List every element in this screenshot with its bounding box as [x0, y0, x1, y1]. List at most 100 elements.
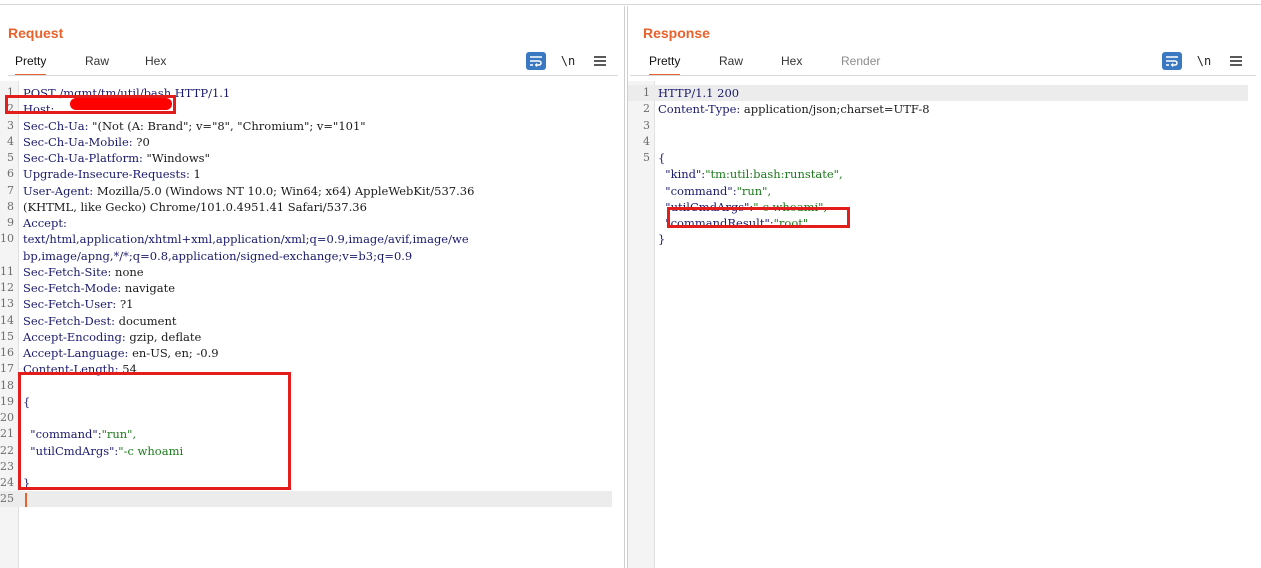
code-value: 1	[189, 167, 201, 182]
request-tab-hex[interactable]: Hex	[145, 54, 166, 76]
code-text: Sec-Fetch-Site: none	[23, 264, 144, 280]
line-number: 10	[0, 232, 14, 246]
request-pane: Request Pretty Raw Hex \n 1 POST /mgmt/tm…	[0, 6, 625, 568]
code-key: {	[658, 151, 666, 165]
code-line[interactable]: 7 User-Agent: Mozilla/5.0 (Windows NT 10.…	[0, 183, 612, 199]
code-text: "command":"run",	[658, 183, 771, 199]
code-value: "run",	[736, 183, 772, 198]
code-line[interactable]: 4	[628, 134, 1248, 150]
line-number: 18	[0, 378, 14, 392]
code-value: en-US, en; -0.9	[128, 346, 219, 360]
code-line[interactable]: 25	[0, 491, 612, 508]
code-value: (KHTML, like Gecko) Chrome/101.0.4951.41…	[23, 199, 367, 214]
code-line[interactable]: 6 Upgrade-Insecure-Requests: 1	[0, 166, 612, 182]
code-value: document	[114, 313, 177, 328]
code-line[interactable]: 4 Sec-Ch-Ua-Mobile: ?0	[0, 134, 612, 150]
response-hamburger-menu-icon[interactable]	[1228, 52, 1244, 70]
response-title: Response	[643, 25, 710, 41]
code-text: Sec-Fetch-User: ?1	[23, 296, 133, 312]
code-key: Sec-Fetch-Dest:	[23, 313, 115, 328]
code-value: ?0	[132, 134, 150, 149]
code-text: Sec-Ch-Ua-Platform: "Windows"	[23, 150, 210, 166]
code-text: User-Agent: Mozilla/5.0 (Windows NT 10.0…	[23, 183, 474, 199]
code-line[interactable]: 14 Sec-Fetch-Dest: document	[0, 313, 612, 329]
top-edge	[0, 0, 1261, 5]
line-number: 17	[0, 362, 14, 376]
request-hamburger-menu-icon[interactable]	[592, 52, 608, 70]
code-text: Upgrade-Insecure-Requests: 1	[23, 166, 201, 182]
code-text: HTTP/1.1 200	[658, 85, 739, 101]
code-line[interactable]: "command":"run",	[628, 183, 1248, 199]
code-key: text/html,application/xhtml+xml,applicat…	[23, 232, 469, 247]
code-line[interactable]: }	[628, 231, 1248, 247]
code-line[interactable]: 3	[628, 118, 1248, 134]
line-number: 6	[7, 167, 14, 181]
response-tab-hex[interactable]: Hex	[781, 54, 802, 76]
code-text: text/html,application/xhtml+xml,applicat…	[23, 231, 469, 247]
code-line[interactable]: 8 (KHTML, like Gecko) Chrome/101.0.4951.4…	[0, 199, 612, 215]
host-redaction	[70, 98, 172, 110]
code-line[interactable]: 16 Accept-Language: en-US, en; -0.9	[0, 345, 612, 361]
line-number: 9	[7, 216, 14, 229]
line-number: 5	[7, 151, 14, 164]
request-editor[interactable]: 1 POST /mgmt/tm/util/bash HTTP/1.1 2 Host: 3…	[0, 81, 612, 568]
code-text: (KHTML, like Gecko) Chrome/101.0.4951.41…	[23, 199, 367, 215]
code-text: Accept:	[23, 215, 67, 231]
code-key: "command":	[658, 183, 737, 198]
code-value: "(Not (A: Brand"; v="8", "Chromium"; v="…	[88, 118, 366, 133]
response-editor[interactable]: 1 HTTP/1.1 200 2 Content-Type: application/…	[628, 81, 1248, 568]
line-number: 15	[0, 329, 14, 343]
code-value: Mozilla/5.0 (Windows NT 10.0; Win64; x64…	[93, 183, 475, 198]
code-key: Sec-Ch-Ua-Mobile:	[23, 134, 133, 149]
response-tab-render[interactable]: Render	[841, 54, 880, 76]
code-text: Sec-Fetch-Dest: document	[23, 313, 176, 329]
response-wrap-text-icon[interactable]	[1162, 52, 1182, 70]
code-text: Accept-Language: en-US, en; -0.9	[23, 345, 219, 361]
code-line[interactable]: 11 Sec-Fetch-Site: none	[0, 264, 612, 280]
line-number: 24	[0, 476, 14, 489]
line-number: 21	[0, 427, 14, 441]
response-newline-toggle[interactable]: \n	[1195, 52, 1213, 70]
response-tabs-divider	[630, 75, 1256, 76]
code-text: }	[658, 231, 665, 247]
code-line[interactable]: 9 Accept:	[0, 215, 612, 231]
code-line[interactable]: 15 Accept-Encoding: gzip, deflate	[0, 329, 612, 345]
code-text: bp,image/apng,*/*;q=0.8,application/sign…	[23, 248, 412, 264]
request-wrap-text-icon[interactable]	[526, 52, 546, 70]
code-line[interactable]: 5 Sec-Ch-Ua-Platform: "Windows"	[0, 150, 612, 166]
line-number: 7	[7, 183, 14, 197]
code-line[interactable]: 10 text/html,application/xhtml+xml,applic…	[0, 231, 612, 247]
code-key: bp,image/apng,*/*;q=0.8,application/sign…	[23, 248, 413, 263]
request-tabs-divider	[8, 75, 618, 76]
code-text: Content-Type: application/json;charset=U…	[658, 101, 930, 117]
code-text	[23, 491, 27, 508]
code-line[interactable]: 2 Content-Type: application/json;charset=…	[628, 101, 1248, 117]
code-line[interactable]: 1 HTTP/1.1 200	[628, 85, 1248, 101]
response-tab-raw[interactable]: Raw	[719, 54, 743, 76]
request-tab-raw[interactable]: Raw	[85, 54, 109, 76]
request-title: Request	[8, 25, 64, 41]
code-line[interactable]: 13 Sec-Fetch-User: ?1	[0, 296, 612, 312]
line-number: 2	[643, 102, 650, 116]
code-key: Sec-Fetch-Mode:	[23, 281, 122, 295]
request-newline-toggle[interactable]: \n	[559, 52, 577, 70]
code-value: none	[111, 264, 144, 279]
response-tab-pretty[interactable]: Pretty	[649, 54, 681, 76]
code-line[interactable]: 3 Sec-Ch-Ua: "(Not (A: Brand"; v="8", "Ch…	[0, 118, 612, 134]
line-number: 22	[0, 443, 14, 457]
code-key: Accept-Language:	[23, 346, 129, 360]
code-key: Upgrade-Insecure-Requests:	[23, 167, 190, 182]
line-number: 13	[0, 297, 14, 311]
code-line[interactable]: bp,image/apng,*/*;q=0.8,application/sign…	[0, 248, 612, 264]
line-number: 16	[0, 346, 14, 359]
code-line[interactable]: "kind":"tm:util:bash:runstate",	[628, 166, 1248, 182]
line-number: 12	[0, 281, 14, 294]
code-value: "tm:util:bash:runstate",	[705, 167, 843, 182]
code-value: "Windows"	[142, 151, 210, 165]
line-number: 4	[7, 134, 14, 148]
request-tab-pretty[interactable]: Pretty	[15, 54, 47, 76]
code-text: "kind":"tm:util:bash:runstate",	[658, 166, 843, 182]
code-line[interactable]: 5{	[628, 150, 1248, 166]
code-line[interactable]: 12 Sec-Fetch-Mode: navigate	[0, 280, 612, 296]
code-key: User-Agent:	[23, 183, 94, 198]
